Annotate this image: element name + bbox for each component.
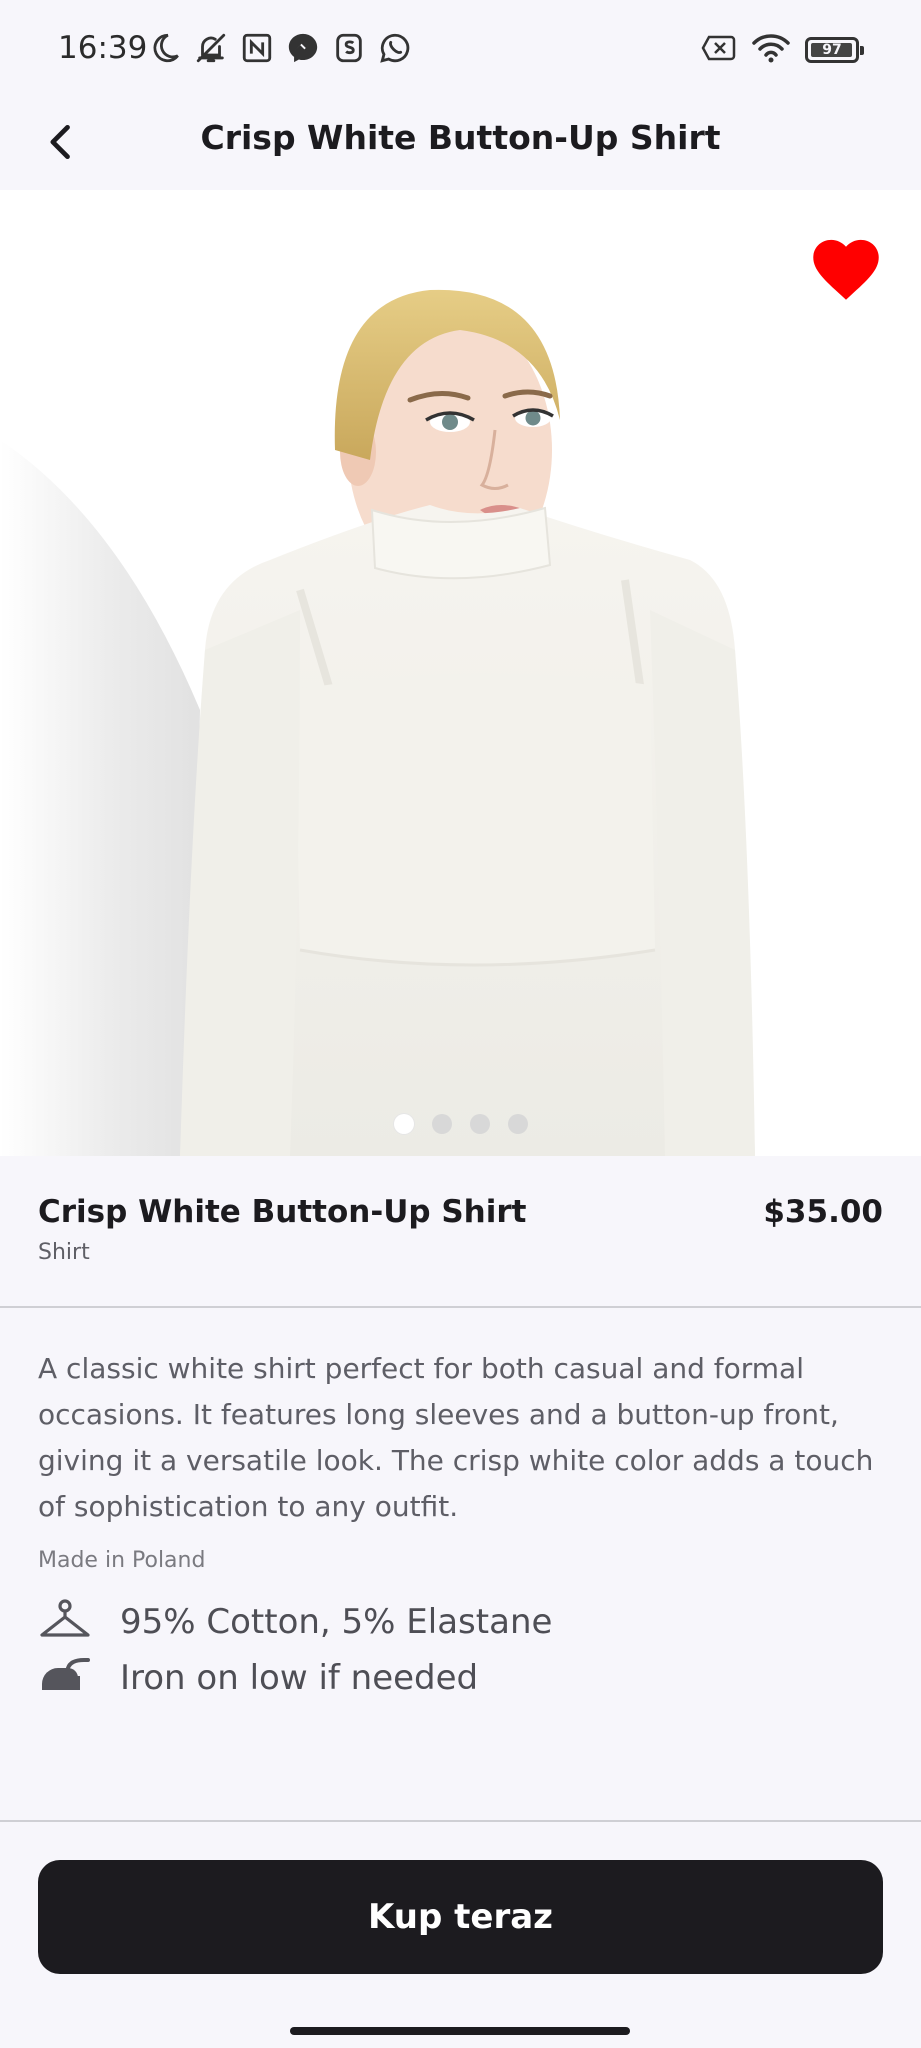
product-name: Crisp White Button-Up Shirt bbox=[38, 1194, 527, 1230]
favorite-button[interactable] bbox=[806, 230, 886, 302]
feature-text: 95% Cotton, 5% Elastane bbox=[120, 1602, 553, 1642]
divider bbox=[0, 1306, 921, 1308]
battery-icon: 97 bbox=[805, 37, 864, 63]
feature-care: Iron on low if needed bbox=[38, 1654, 478, 1702]
product-category: Shirt bbox=[38, 1240, 90, 1265]
status-time: 16:39 bbox=[58, 30, 148, 66]
feature-material: 95% Cotton, 5% Elastane bbox=[38, 1598, 552, 1646]
s-app-icon bbox=[332, 31, 366, 69]
bottom-bar: Kup teraz bbox=[0, 1822, 921, 2048]
wifi-icon bbox=[751, 33, 791, 67]
bell-off-icon bbox=[194, 31, 228, 69]
product-description: A classic white shirt perfect for both c… bbox=[38, 1352, 874, 1523]
buy-now-button[interactable]: Kup teraz bbox=[38, 1860, 883, 1974]
carousel-dot[interactable] bbox=[469, 1114, 490, 1134]
battery-percent: 97 bbox=[822, 42, 842, 58]
product-image-carousel[interactable] bbox=[0, 190, 921, 1156]
nfc-icon bbox=[240, 31, 274, 69]
feature-text: Iron on low if needed bbox=[120, 1658, 479, 1698]
moon-icon bbox=[148, 31, 182, 69]
status-bar: 16:39 97 bbox=[0, 0, 921, 100]
carousel-dot[interactable] bbox=[507, 1114, 528, 1134]
app-bar: Crisp White Button-Up Shirt bbox=[0, 100, 921, 190]
product-header: Crisp White Button-Up Shirt Shirt $35.00 bbox=[0, 1156, 921, 1306]
carousel-indicator bbox=[0, 1114, 921, 1134]
iron-icon bbox=[38, 1654, 92, 1702]
heart-icon bbox=[806, 239, 886, 306]
status-icons-left bbox=[148, 30, 412, 70]
carousel-dot[interactable] bbox=[393, 1114, 414, 1134]
messenger-icon bbox=[286, 31, 320, 69]
status-icons-right: 97 bbox=[701, 30, 864, 70]
home-indicator[interactable] bbox=[290, 2027, 630, 2035]
product-origin: Made in Poland bbox=[38, 1548, 206, 1573]
product-photo bbox=[0, 190, 921, 1156]
whatsapp-icon bbox=[378, 31, 412, 69]
carousel-dot[interactable] bbox=[431, 1114, 452, 1134]
product-price: $35.00 bbox=[763, 1194, 883, 1230]
hanger-icon bbox=[38, 1598, 92, 1646]
sim-off-icon bbox=[701, 34, 737, 66]
page-title: Crisp White Button-Up Shirt bbox=[200, 118, 721, 157]
